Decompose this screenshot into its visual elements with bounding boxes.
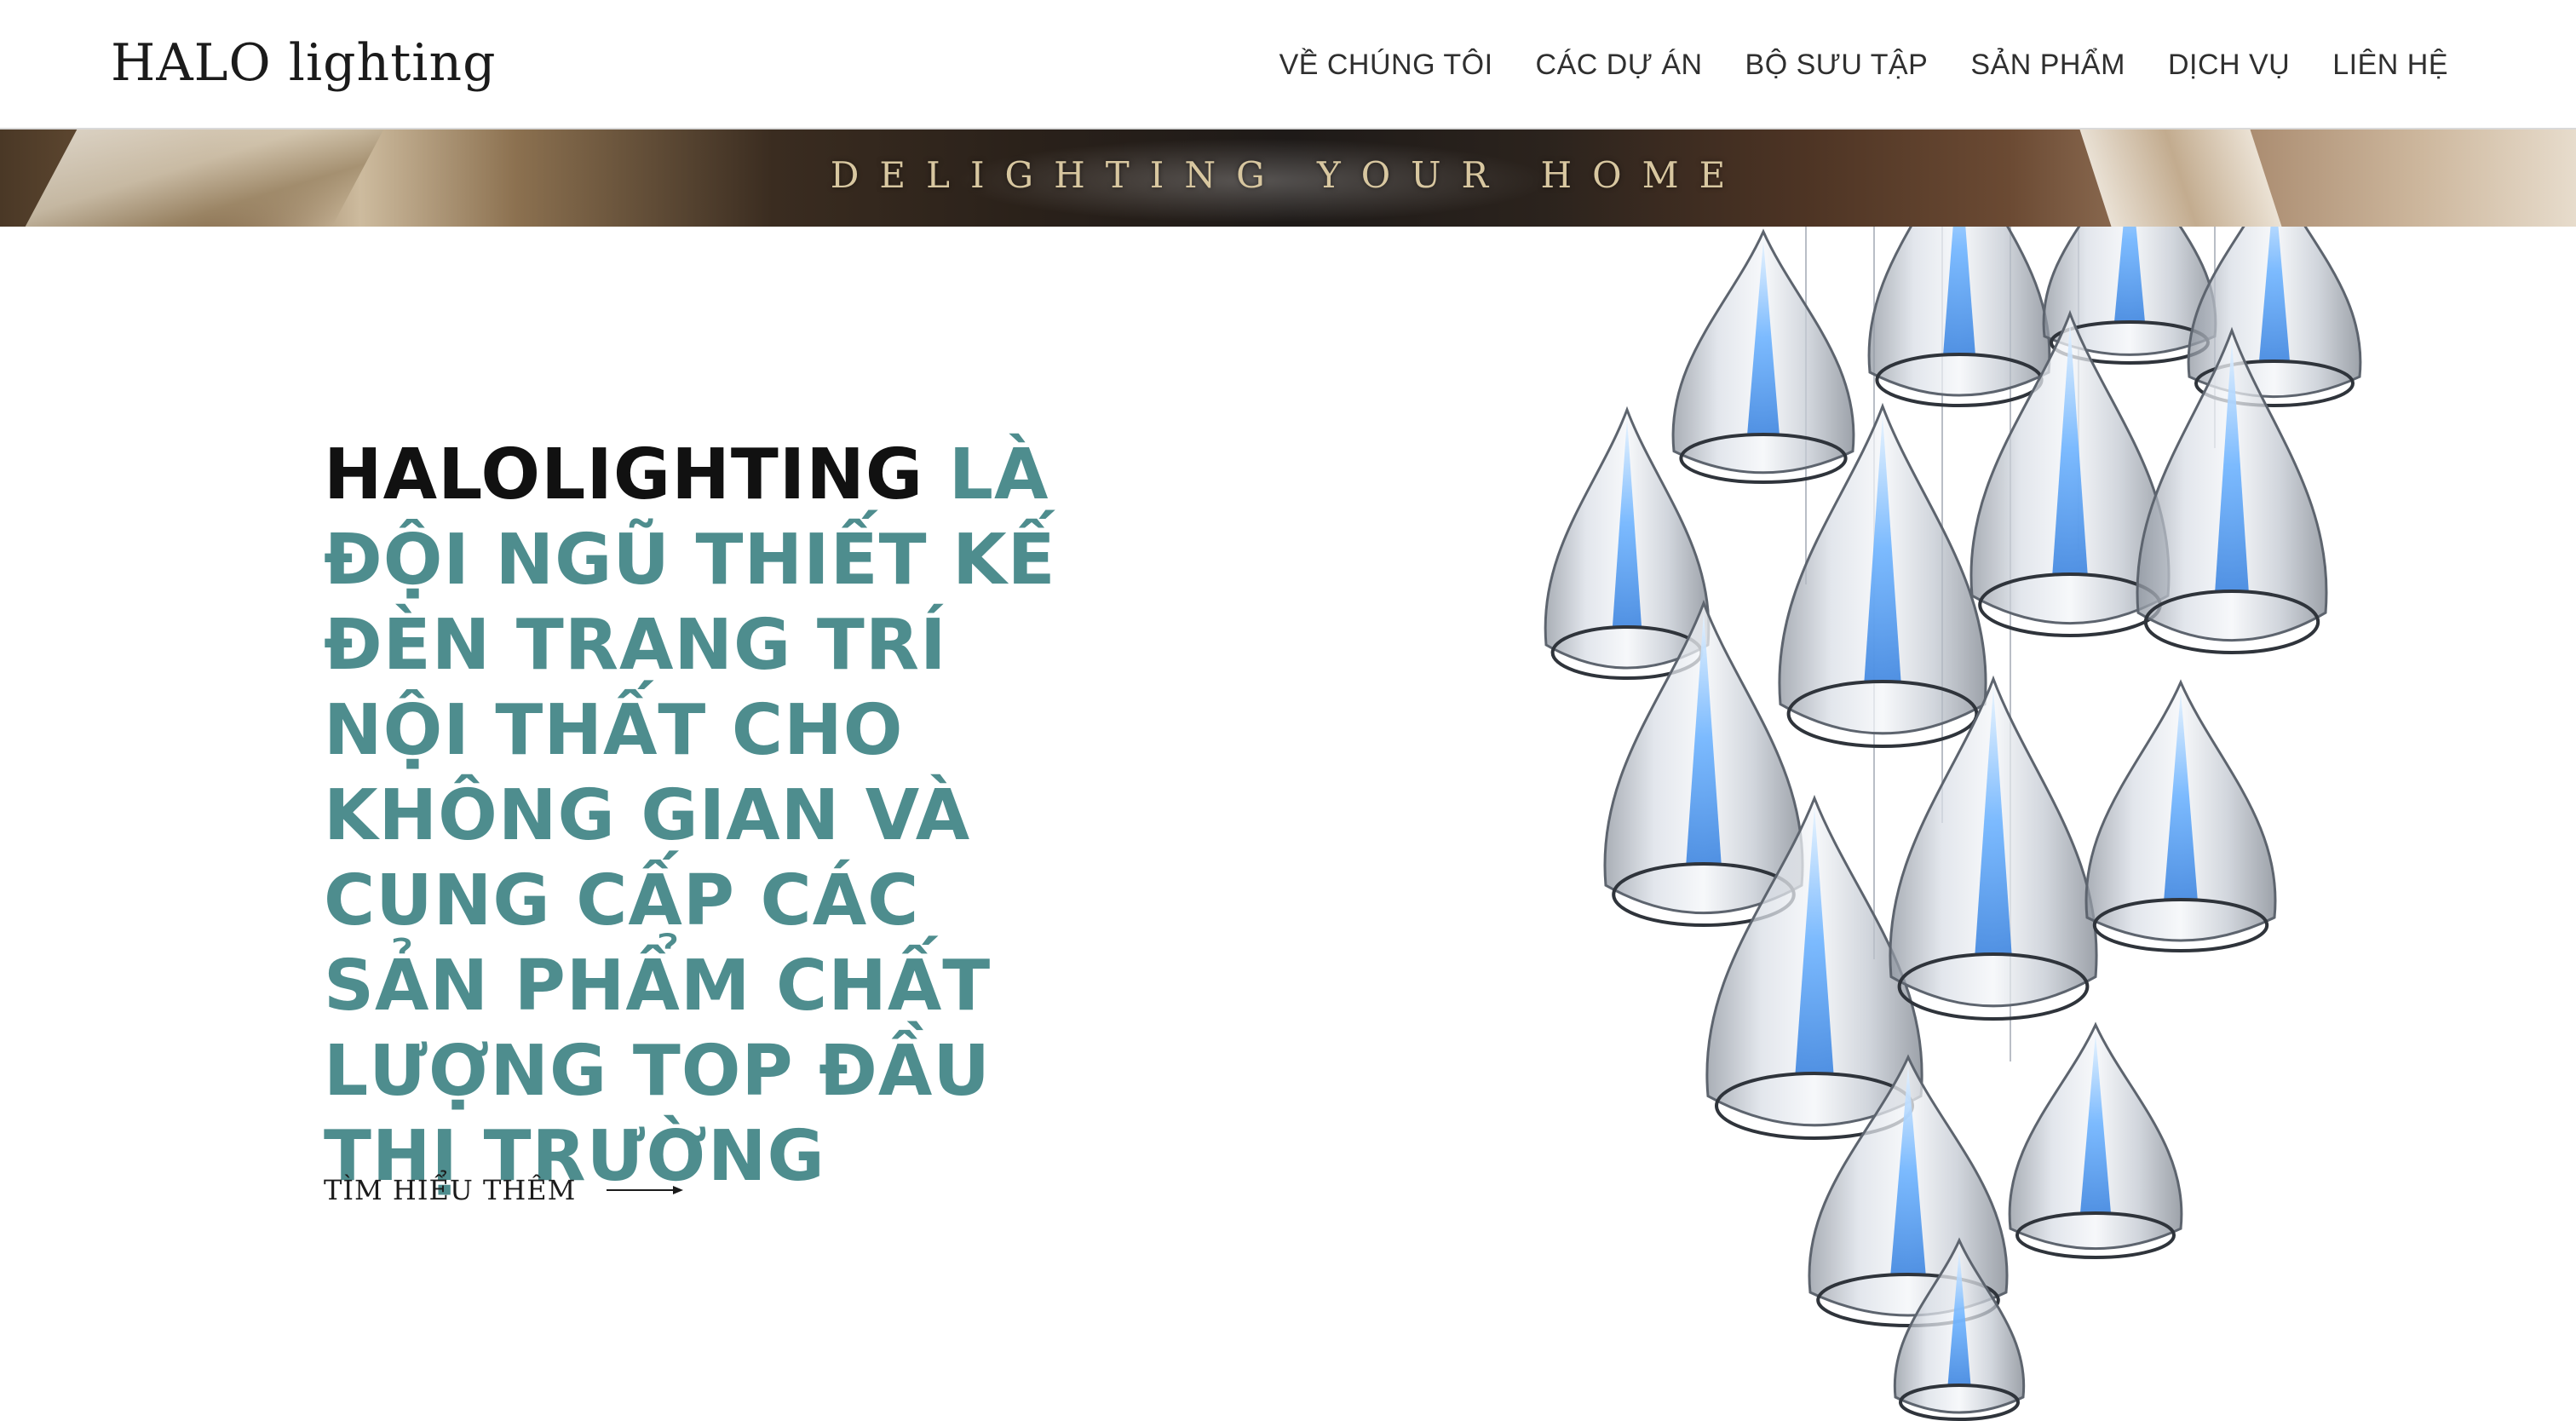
site-logo[interactable]: HALO lighting: [111, 29, 497, 97]
nav-item-collections[interactable]: BỘ SƯU TẬP: [1745, 41, 1929, 89]
nav-item-about[interactable]: VỀ CHÚNG TÔI: [1279, 41, 1493, 89]
learn-more-link[interactable]: TÌM HIỂU THÊM: [324, 1174, 684, 1206]
nav-item-services[interactable]: DỊCH VỤ: [2168, 41, 2290, 89]
nav-item-contact[interactable]: LIÊN HỆ: [2332, 41, 2448, 89]
crystal-chandelier-image: [1544, 227, 2362, 1421]
hero-headline: HALOLIGHTING LÀ ĐỘI NGŨ THIẾT KẾ ĐÈN TRA…: [324, 433, 1073, 1200]
hero-brand-name: HALOLIGHTING: [324, 434, 924, 515]
page: HALO lighting VỀ CHÚNG TÔI CÁC DỰ ÁN BỘ …: [0, 0, 2576, 1421]
site-header: HALO lighting VỀ CHÚNG TÔI CÁC DỰ ÁN BỘ …: [0, 0, 2576, 129]
banner-tagline: DELIGHTING YOUR HOME: [830, 154, 1746, 196]
tagline-banner: DELIGHTING YOUR HOME: [0, 129, 2576, 227]
nav-item-projects[interactable]: CÁC DỰ ÁN: [1536, 41, 1703, 89]
main-nav: VỀ CHÚNG TÔI CÁC DỰ ÁN BỘ SƯU TẬP SẢN PH…: [1279, 41, 2448, 89]
nav-item-products[interactable]: SẢN PHẨM: [1970, 41, 2125, 89]
arrow-right-icon: [607, 1186, 684, 1194]
learn-more-label: TÌM HIỂU THÊM: [324, 1174, 577, 1206]
hero-statement: LÀ ĐỘI NGŨ THIẾT KẾ ĐÈN TRANG TRÍ NỘI TH…: [324, 434, 1056, 1197]
